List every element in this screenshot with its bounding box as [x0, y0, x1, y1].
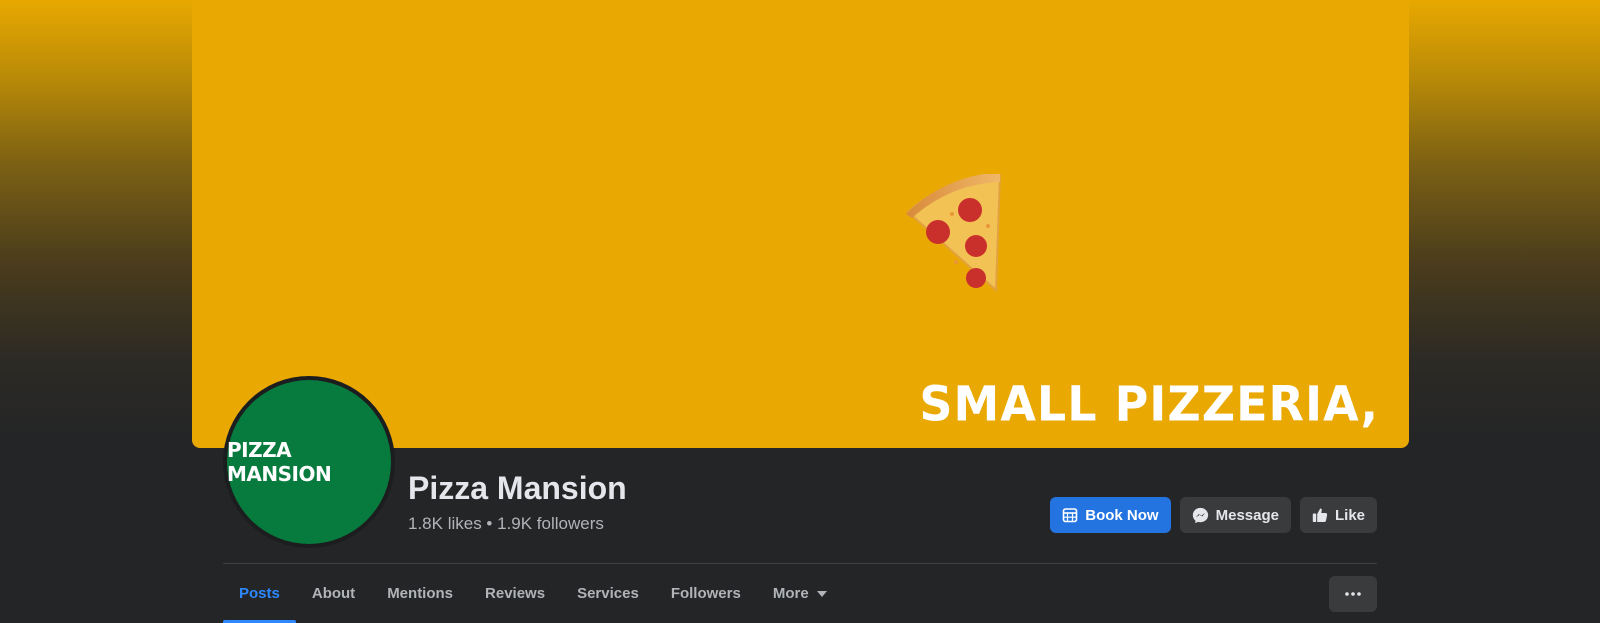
page-tabs: Posts About Mentions Reviews Services Fo… [223, 564, 843, 623]
action-buttons: Book Now Message Like [1050, 497, 1377, 533]
tab-label: About [311, 585, 356, 602]
tab-label: Mentions [387, 585, 454, 602]
book-now-label: Book Now [1085, 506, 1159, 524]
tab-label: Services [577, 585, 639, 602]
messenger-icon [1192, 507, 1208, 523]
pizza-slice-icon [906, 174, 1002, 293]
tab-mentions[interactable]: Mentions [371, 564, 469, 623]
page-title: Pizza Mansion [408, 470, 627, 506]
tab-more[interactable]: More [757, 564, 843, 623]
avatar[interactable]: PIZZA MANSION [223, 376, 395, 548]
tab-followers[interactable]: Followers [655, 564, 757, 623]
tab-about[interactable]: About [296, 564, 371, 623]
avatar-logo-text: PIZZA MANSION [227, 438, 332, 486]
like-button[interactable]: Like [1299, 497, 1377, 533]
tab-services[interactable]: Services [561, 564, 655, 623]
cover-slogan: SMALL PIZZERIA, [919, 375, 1379, 432]
page-stats[interactable]: 1.8K likes • 1.9K followers [408, 514, 604, 534]
ellipsis-icon [1345, 592, 1361, 596]
book-now-button[interactable]: Book Now [1050, 497, 1171, 533]
tab-label: Posts [239, 585, 280, 602]
cover-photo[interactable]: SMALL PIZZERIA, [192, 0, 1409, 448]
tab-label: Followers [670, 585, 741, 602]
caret-down-icon [816, 590, 827, 597]
message-label: Message [1215, 506, 1279, 524]
tab-label: More [772, 585, 809, 602]
tab-label: Reviews [485, 585, 546, 602]
thumbs-up-icon [1312, 508, 1328, 522]
tab-posts[interactable]: Posts [223, 564, 296, 623]
like-label: Like [1334, 506, 1365, 524]
calendar-icon [1062, 508, 1078, 523]
tab-reviews[interactable]: Reviews [469, 564, 561, 623]
message-button[interactable]: Message [1179, 497, 1291, 533]
avatar-image: PIZZA MANSION [227, 380, 391, 544]
more-options-button[interactable] [1329, 576, 1377, 612]
